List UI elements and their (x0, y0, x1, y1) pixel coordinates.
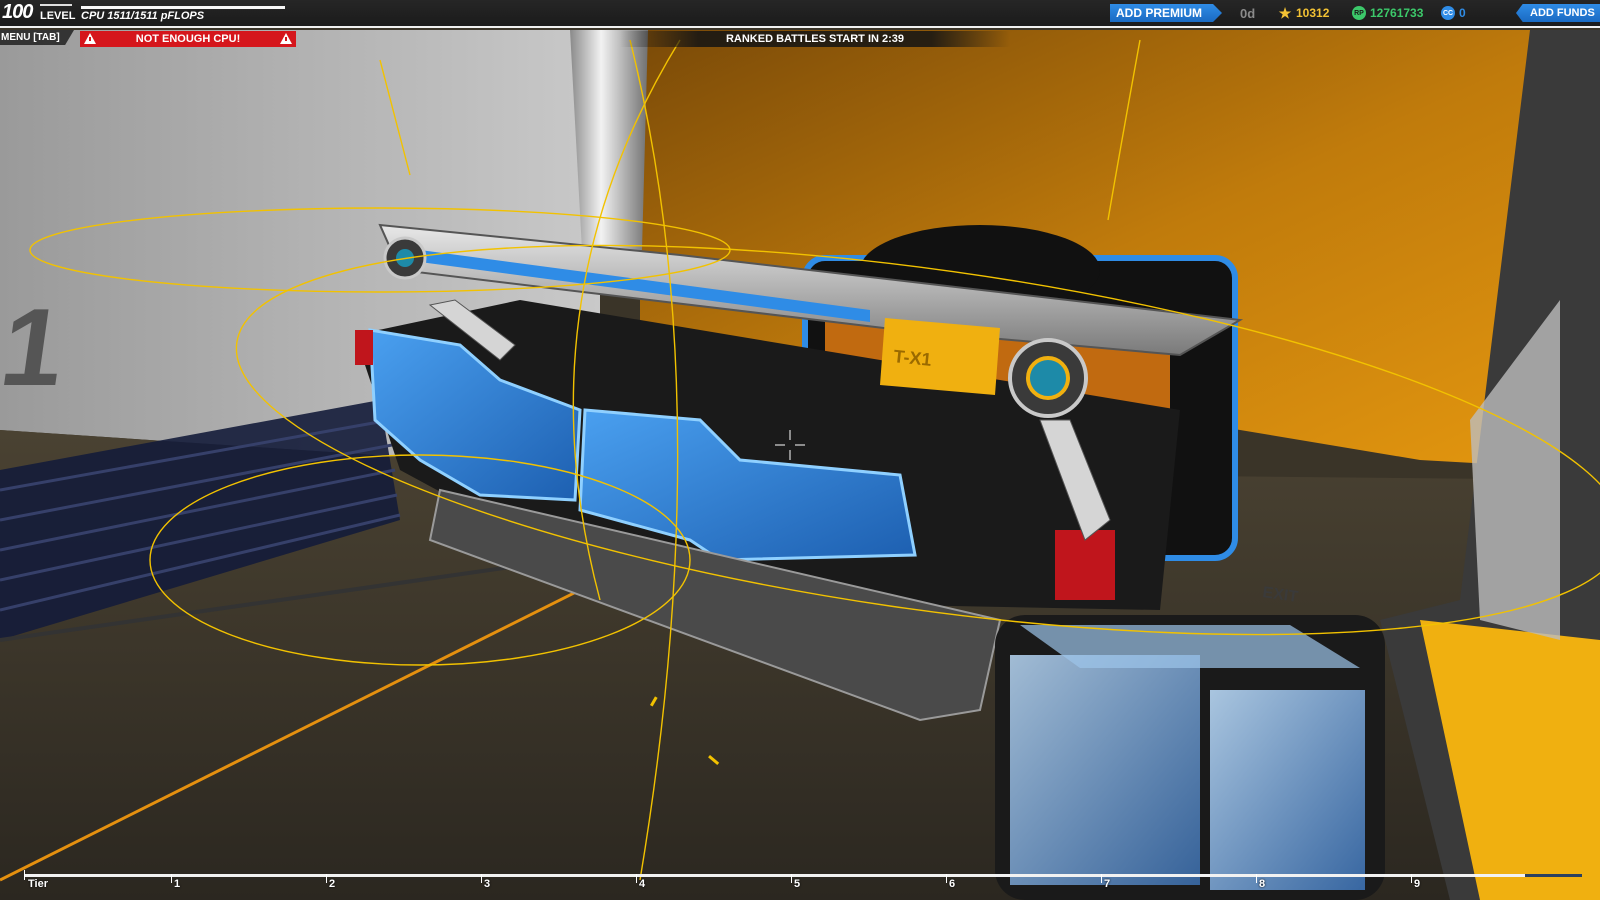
rp-amount: 12761733 (1370, 6, 1424, 20)
add-funds-button[interactable]: ADD FUNDS (1516, 4, 1600, 22)
rp-icon: RP (1352, 6, 1366, 20)
level-label: LEVEL (40, 10, 76, 22)
tier-tick-label: 3 (484, 878, 491, 890)
tier-tick-label: 8 (1259, 878, 1266, 890)
tier-tick-mark (791, 874, 792, 883)
robits-amount: 10312 (1296, 6, 1330, 20)
tier-tick-3: 3 (481, 874, 491, 890)
garage-viewport: 01 EXIT T-X1 (0, 0, 1600, 900)
robits-balance: ★ 10312 (1278, 4, 1330, 21)
tier-start-mark (24, 870, 25, 880)
tier-tick-mark (636, 874, 637, 883)
tier-tick-8: 8 (1256, 874, 1266, 890)
player-level: 100 (2, 1, 33, 23)
tier-tick-label: 6 (949, 878, 956, 890)
warning-icon (280, 33, 292, 44)
tier-bar: Tier 1 2 3 4 5 6 7 8 9 (0, 866, 1600, 900)
cpu-readout: CPU 1511/1511 pFLOPS (81, 10, 205, 22)
tier-tick-5: 5 (791, 874, 801, 890)
tier-tick-1: 1 (171, 874, 181, 890)
tier-tick-9: 9 (1411, 874, 1421, 890)
glass-pane-right (1210, 690, 1365, 890)
robits-icon: ★ (1278, 4, 1292, 21)
add-premium-button[interactable]: ADD PREMIUM (1110, 4, 1222, 22)
tier-tick-mark (1101, 874, 1102, 883)
glass-pane-left (1010, 655, 1200, 885)
tier-tick-mark (946, 874, 947, 883)
weapon-label: T-X1 (893, 346, 933, 370)
tier-label: Tier (28, 878, 48, 890)
tier-tick-mark (171, 874, 172, 883)
tier-tick-label: 2 (329, 878, 336, 890)
tier-tick-mark (326, 874, 327, 883)
warning-icon (84, 33, 96, 44)
cc-balance: CC 0 (1441, 6, 1466, 20)
tier-tick-2: 2 (326, 874, 336, 890)
tier-track-end (1525, 874, 1582, 877)
red-block-left (355, 330, 373, 365)
cpu-warning-banner: NOT ENOUGH CPU! (80, 31, 296, 47)
cpu-warning-text: NOT ENOUGH CPU! (135, 33, 241, 45)
tier-tick-label: 7 (1104, 878, 1111, 890)
premium-days-remaining: 0d (1240, 6, 1256, 21)
ranked-countdown: RANKED BATTLES START IN 2:39 (620, 31, 1010, 47)
cpu-usage-bar (81, 6, 285, 9)
cc-amount: 0 (1459, 6, 1466, 20)
tier-tick-mark (1256, 874, 1257, 883)
cpu-usage-fill (81, 6, 285, 9)
hub-core (1026, 356, 1070, 400)
tier-tick-4: 4 (636, 874, 646, 890)
top-hud: 100 LEVEL CPU 1511/1511 pFLOPS ADD PREMI… (0, 0, 1600, 28)
cc-icon: CC (1441, 6, 1455, 20)
tier-tick-label: 5 (794, 878, 801, 890)
garage-scene: 01 EXIT T-X1 (0, 0, 1600, 900)
menu-button[interactable]: MENU [TAB] (0, 30, 74, 45)
tier-track (24, 874, 1582, 877)
tier-tick-7: 7 (1101, 874, 1111, 890)
tier-tick-label: 1 (174, 878, 181, 890)
pillar (570, 30, 648, 250)
tier-tick-mark (481, 874, 482, 883)
tier-tick-label: 9 (1414, 878, 1421, 890)
tier-tick-label: 4 (639, 878, 646, 890)
rp-balance: RP 12761733 (1352, 6, 1423, 20)
tier-tick-6: 6 (946, 874, 956, 890)
tier-tick-mark (1411, 874, 1412, 883)
